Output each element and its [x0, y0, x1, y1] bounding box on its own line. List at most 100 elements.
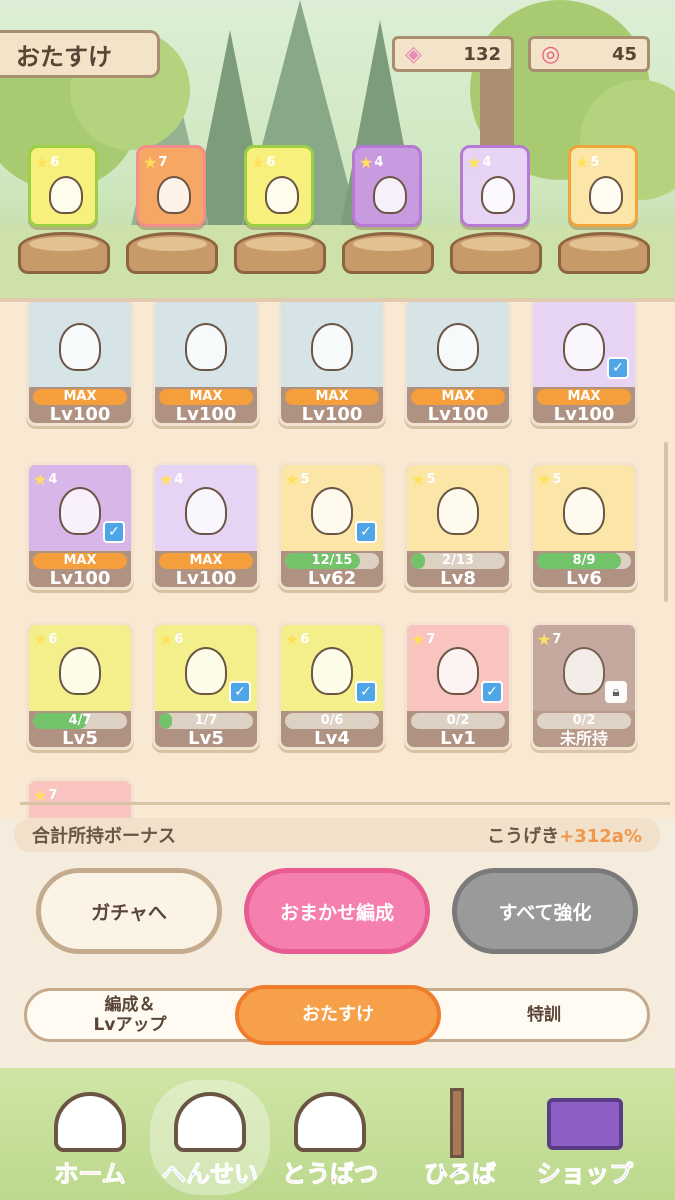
helper-card[interactable]: MAX Lv100 — [404, 302, 512, 426]
star-rank-badge: ★ 4 — [159, 468, 189, 490]
helper-card[interactable]: ✓ MAX Lv100 — [530, 302, 638, 426]
character-figure — [563, 647, 605, 695]
selected-check-icon: ✓ — [355, 681, 377, 703]
helper-card[interactable]: MAX Lv100 — [152, 302, 260, 426]
helper-card[interactable]: ★ 7 — [26, 778, 134, 818]
ownership-bonus: 合計所持ボーナス こうげき+312a% — [14, 818, 660, 852]
upgrade-all-button[interactable]: すべて強化 — [452, 868, 638, 954]
star-rank: 4 — [482, 154, 492, 170]
character-portrait — [373, 176, 407, 214]
progress-bar: 2/13 — [411, 553, 505, 569]
star-rank-badge: ★ 7 — [143, 151, 173, 173]
tab-formation[interactable]: 編成＆ Lvアップ — [27, 991, 233, 1039]
tree-stump — [558, 232, 650, 274]
helper-card[interactable]: ★ 4 MAX Lv100 — [152, 462, 260, 590]
star-rank-badge: ★ 4 — [467, 151, 497, 173]
character-art — [29, 302, 131, 387]
candy-counter[interactable]: ◈ 132 — [392, 36, 514, 72]
lollipop-counter[interactable]: ◎ 45 — [528, 36, 650, 72]
star-rank: 6 — [48, 631, 58, 647]
lollipop-count: 45 — [611, 43, 637, 65]
nav-item[interactable]: へんせい — [150, 1080, 270, 1195]
star-rank: 4 — [374, 154, 384, 170]
nav-label: ホーム — [54, 1160, 126, 1189]
progress-text: MAX — [315, 389, 349, 404]
scrollbar[interactable] — [664, 442, 668, 602]
selected-check-icon: ✓ — [103, 521, 125, 543]
star-rank: 6 — [266, 154, 276, 170]
nav-item[interactable]: ショップ — [525, 1080, 645, 1195]
progress-bar: 1/7 — [159, 713, 253, 729]
star-icon: ★ — [285, 469, 300, 489]
star-rank: 6 — [174, 631, 184, 647]
star-icon: ★ — [159, 469, 174, 489]
star-icon: ★ — [359, 152, 374, 172]
character-art — [281, 302, 383, 387]
character-portrait — [157, 176, 191, 214]
star-rank-badge: ★ 6 — [251, 151, 281, 173]
level-label: Lv62 — [307, 568, 357, 589]
progress-text: 1/7 — [194, 713, 218, 728]
nav-item[interactable]: ひろば — [400, 1080, 520, 1195]
star-icon: ★ — [33, 469, 48, 489]
level-label: Lv100 — [301, 404, 363, 425]
helper-card[interactable]: MAX Lv100 — [26, 302, 134, 426]
progress-fill — [411, 553, 426, 569]
helper-card-locked[interactable]: ★ 7 🔒︎ 0/2 未所持 — [530, 622, 638, 750]
auto-formation-button[interactable]: おまかせ編成 — [244, 868, 430, 954]
helper-card[interactable]: ★ 6 ✓ 1/7 Lv5 — [152, 622, 260, 750]
gacha-button[interactable]: ガチャへ — [36, 868, 222, 954]
candy-icon: ◈ — [405, 41, 422, 67]
helper-slot[interactable]: ★ 4 — [352, 145, 422, 227]
max-badge: MAX — [159, 553, 253, 569]
page-title: おたすけ — [0, 30, 160, 78]
star-rank-badge: ★ 7 — [411, 628, 441, 650]
star-rank: 5 — [590, 154, 600, 170]
star-rank: 5 — [300, 471, 310, 487]
helper-slot[interactable]: ★ 6 — [244, 145, 314, 227]
helper-card[interactable]: ★ 6 4/7 Lv5 — [26, 622, 134, 750]
helper-card-grid[interactable]: MAX Lv100 MAX Lv100 MAX Lv100 MAX Lv100 ✓ MAX Lv10… — [0, 298, 675, 818]
star-icon: ★ — [537, 629, 552, 649]
nav-label: ひろば — [424, 1160, 497, 1189]
character-figure — [59, 323, 101, 371]
progress-text: MAX — [441, 389, 475, 404]
helper-slot[interactable]: ★ 4 — [460, 145, 530, 227]
character-figure — [185, 487, 227, 535]
character-portrait — [265, 176, 299, 214]
helper-card[interactable]: ★ 5 2/13 Lv8 — [404, 462, 512, 590]
helper-card[interactable]: ★ 4 ✓ MAX Lv100 — [26, 462, 134, 590]
level-label: 未所持 — [559, 729, 608, 748]
star-icon: ★ — [35, 152, 50, 172]
nav-item[interactable]: ホーム — [30, 1080, 150, 1195]
tree-stump — [126, 232, 218, 274]
tab-helpers[interactable]: おたすけ — [235, 985, 441, 1045]
selected-check-icon: ✓ — [355, 521, 377, 543]
candy-count: 132 — [463, 43, 501, 65]
level-label: Lv1 — [440, 728, 476, 749]
lollipop-icon: ◎ — [541, 41, 561, 67]
nav-item[interactable]: とうばつ — [270, 1080, 390, 1195]
helper-card[interactable]: MAX Lv100 — [278, 302, 386, 426]
helper-card[interactable]: ★ 6 ✓ 0/6 Lv4 — [278, 622, 386, 750]
progress-bar: 4/7 — [33, 713, 127, 729]
level-label: Lv100 — [49, 568, 111, 589]
progress-text: 2/13 — [442, 553, 474, 568]
helper-slot[interactable]: ★ 5 — [568, 145, 638, 227]
character-art — [155, 302, 257, 387]
character-portrait — [49, 176, 83, 214]
helper-card[interactable]: ★ 5 8/9 Lv6 — [530, 462, 638, 590]
star-rank-badge: ★ 7 — [537, 628, 567, 650]
star-rank: 4 — [48, 471, 58, 487]
max-badge: MAX — [33, 389, 127, 405]
max-badge: MAX — [33, 553, 127, 569]
helper-slot[interactable]: ★ 6 — [28, 145, 98, 227]
star-rank-badge: ★ 5 — [411, 468, 441, 490]
max-badge: MAX — [537, 389, 631, 405]
star-icon: ★ — [575, 152, 590, 172]
helper-card[interactable]: ★ 5 ✓ 12/15 Lv62 — [278, 462, 386, 590]
tab-training[interactable]: 特訓 — [441, 991, 647, 1039]
helper-slot[interactable]: ★ 7 — [136, 145, 206, 227]
helper-card[interactable]: ★ 7 ✓ 0/2 Lv1 — [404, 622, 512, 750]
star-rank: 7 — [426, 631, 436, 647]
